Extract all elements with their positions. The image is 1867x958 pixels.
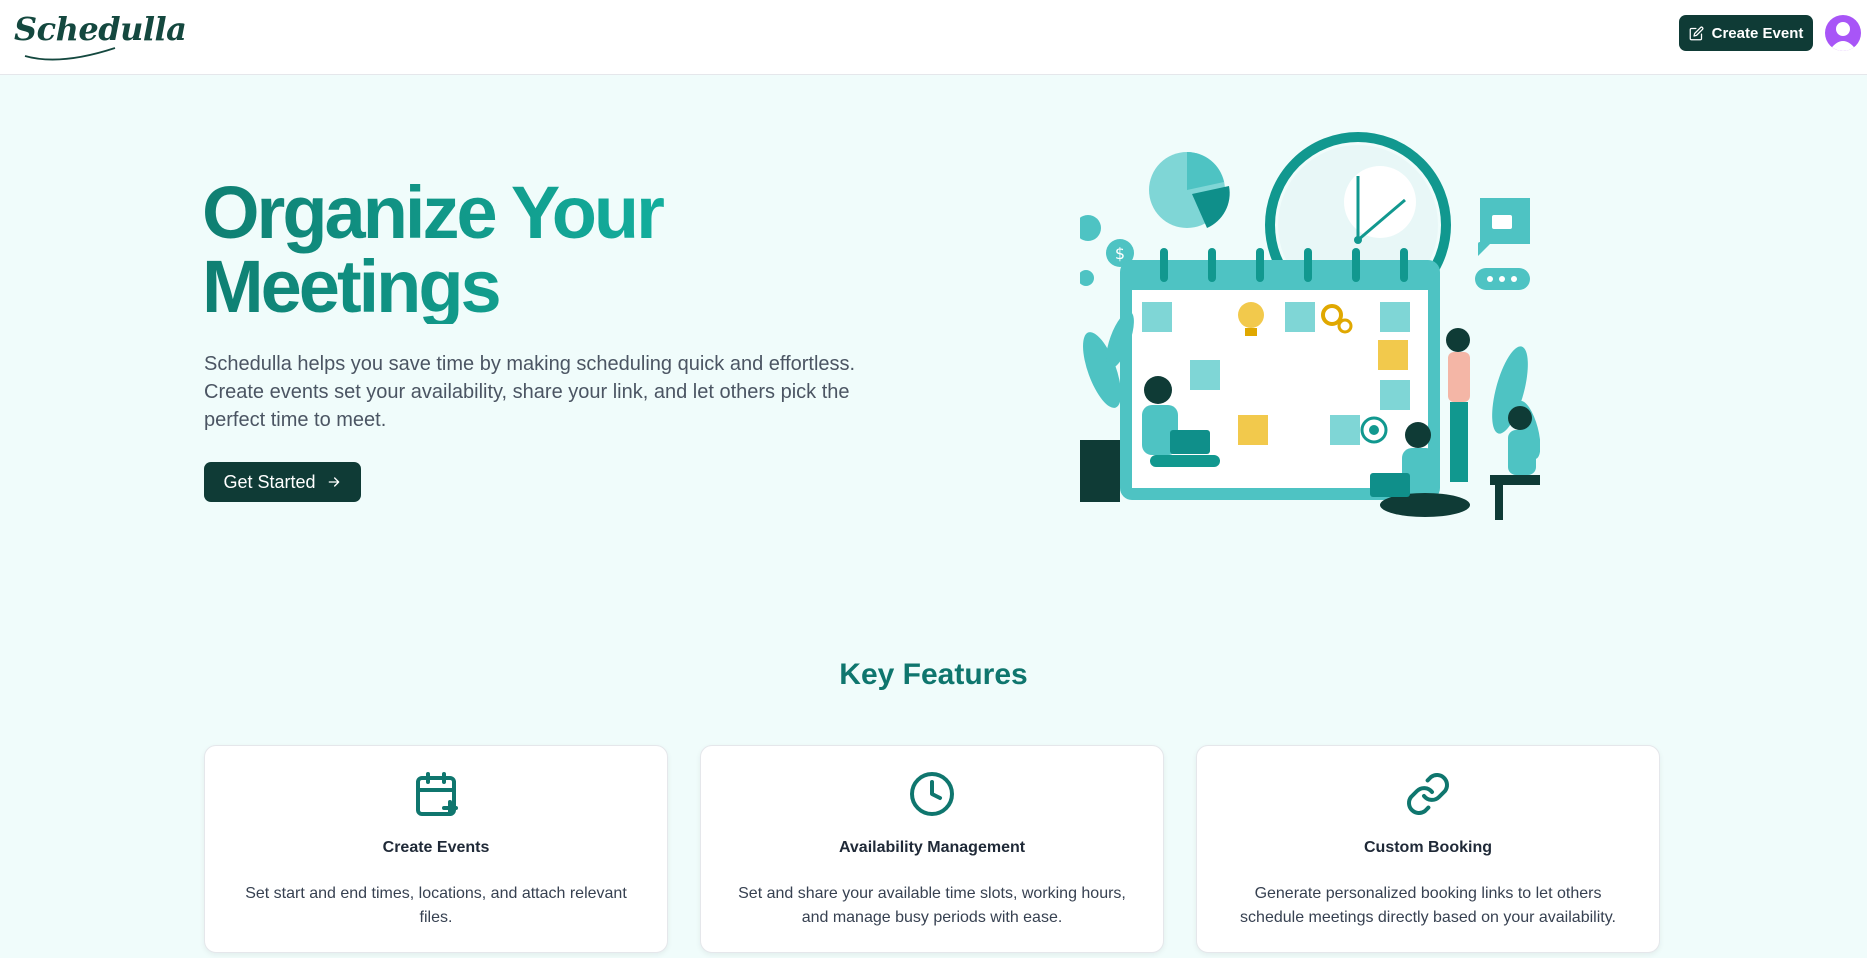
- feature-description: Set start and end times, locations, and …: [245, 885, 627, 926]
- feature-description: Generate personalized booking links to l…: [1240, 885, 1616, 926]
- features-title: Key Features: [839, 658, 1028, 691]
- top-navbar: Schedulla Create Event: [0, 0, 1867, 75]
- create-event-label: Create Event: [1711, 24, 1804, 42]
- arrow-right-icon: [328, 477, 339, 487]
- hero-title: Organize Your Meetings: [202, 176, 762, 324]
- hero-description: Schedulla helps you save time by making …: [204, 353, 856, 431]
- create-event-button[interactable]: Create Event: [1679, 15, 1813, 51]
- user-avatar[interactable]: [1825, 15, 1861, 51]
- edit-icon: [1689, 26, 1704, 40]
- svg-text:$: $: [1115, 244, 1125, 263]
- feature-title: Availability Management: [838, 839, 1026, 856]
- pie-chart-icon: [1149, 152, 1230, 228]
- person-standing: [1446, 328, 1470, 482]
- logo-swoosh-icon: [24, 47, 116, 61]
- hero-title-line1: Organize Your: [202, 171, 662, 254]
- typing-bubble-icon: [1475, 268, 1530, 290]
- get-started-button[interactable]: Get Started: [204, 462, 361, 502]
- hero-title-line2: Meetings: [202, 245, 499, 328]
- feature-card-custom-booking: Custom Booking Generate personalized boo…: [1196, 745, 1660, 953]
- clock-icon: [910, 772, 954, 816]
- feature-title: Custom Booking: [1364, 839, 1492, 856]
- feature-description: Set and share your available time slots,…: [738, 885, 1126, 926]
- get-started-label: Get Started: [223, 471, 316, 492]
- thumbs-up-bubble-icon: [1478, 198, 1530, 256]
- user-icon: [1829, 22, 1857, 51]
- link-icon: [1407, 773, 1449, 815]
- feature-title: Create Events: [382, 839, 490, 856]
- feature-card-availability: Availability Management Set and share yo…: [700, 745, 1164, 953]
- calendar-plus-icon: [416, 772, 458, 816]
- hero-illustration: $: [1080, 132, 1540, 520]
- feature-card-create-events: Create Events Set start and end times, l…: [204, 745, 668, 953]
- logo[interactable]: Schedulla: [14, 10, 187, 48]
